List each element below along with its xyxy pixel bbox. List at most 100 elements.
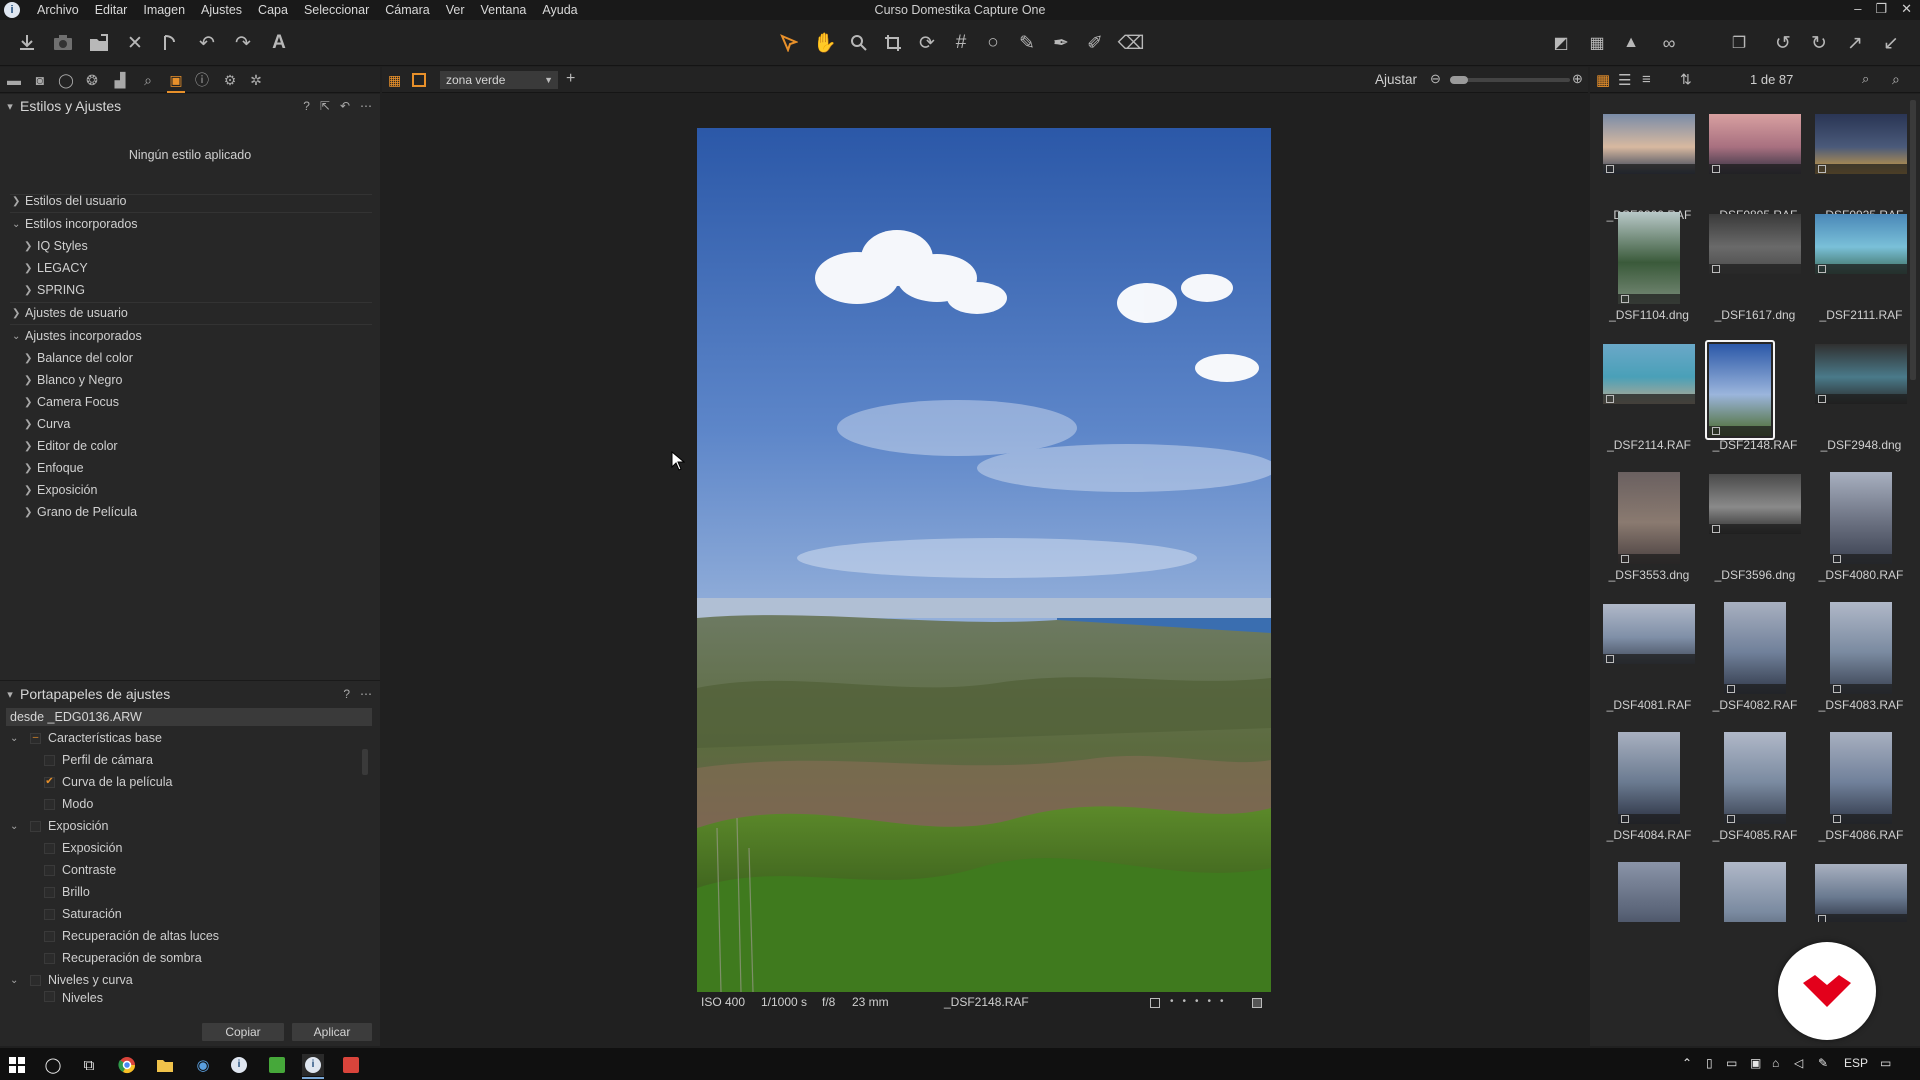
eraser-icon[interactable]: ⌫ — [1118, 30, 1145, 56]
clipboard-item[interactable]: Recuperación de sombra — [44, 947, 202, 969]
export-icon[interactable] — [86, 30, 112, 56]
item-checkbox[interactable] — [44, 842, 55, 854]
thumbnail-rating-bar[interactable] — [1603, 394, 1695, 404]
thumbnail[interactable]: _DSF2111.RAF — [1808, 212, 1914, 342]
camera-icon[interactable] — [50, 30, 76, 56]
grid-view-icon[interactable]: ▦ — [1596, 71, 1610, 89]
tree-item[interactable]: ❯ Grano de Película — [24, 501, 137, 523]
thumbnail-rating-bar[interactable] — [1709, 524, 1801, 534]
collapse-chevron-icon[interactable]: ▾ — [0, 100, 20, 113]
tree-item[interactable]: ❯ Estilos del usuario — [12, 190, 126, 212]
grid-overlay-icon[interactable]: ▦ — [1584, 30, 1610, 56]
group-checkbox[interactable] — [30, 820, 41, 832]
item-checkbox[interactable] — [44, 886, 55, 898]
chevron-down-icon[interactable]: ⌄ — [10, 821, 30, 832]
item-checkbox[interactable] — [44, 952, 55, 964]
zoom-slider[interactable] — [1450, 76, 1570, 84]
import-icon[interactable] — [14, 30, 40, 56]
filmstrip-view-icon[interactable]: ≡ — [1642, 71, 1651, 88]
thumbnail-checkbox[interactable] — [1833, 685, 1841, 693]
zoom-icon[interactable] — [846, 30, 872, 56]
partial-checkbox[interactable]: – — [30, 732, 41, 744]
menu-ventana[interactable]: Ventana — [474, 3, 536, 17]
thumbnail-rating-bar[interactable] — [1815, 394, 1907, 404]
minimize-icon[interactable]: – — [1854, 1, 1861, 17]
clipboard-group[interactable]: ⌄ – Características base — [10, 727, 162, 749]
thumbnail[interactable]: _DSF4085.RAF — [1702, 732, 1808, 862]
color-tag-icon[interactable] — [1252, 998, 1262, 1008]
sort-icon[interactable]: ⇅ — [1680, 71, 1692, 88]
color-tab-icon[interactable]: ❂ — [82, 70, 102, 90]
file-explorer-icon[interactable] — [154, 1054, 176, 1076]
network-2-icon[interactable]: ⌂ — [1772, 1056, 1779, 1070]
close-icon[interactable]: ✕ — [1901, 1, 1912, 17]
item-checkbox[interactable] — [44, 864, 55, 876]
chevron-down-icon[interactable]: ⌄ — [10, 975, 30, 986]
redo-icon[interactable]: ↷ — [230, 30, 256, 56]
help-icon[interactable]: ? — [343, 687, 350, 701]
windows-start-icon[interactable] — [6, 1054, 28, 1076]
clipboard-item[interactable]: Modo — [44, 793, 93, 815]
task-view-icon[interactable]: ⧉ — [78, 1054, 100, 1076]
style-select[interactable]: zona verde ▼ — [440, 71, 558, 89]
clipboard-item[interactable]: Recuperación de altas luces — [44, 925, 219, 947]
thumbnail[interactable]: _DSF4083.RAF — [1808, 602, 1914, 732]
clipboard-item[interactable]: Brillo — [44, 881, 90, 903]
thumbnail[interactable]: _DSF1104.dng — [1596, 212, 1702, 342]
rotate-right-icon[interactable]: ↻ — [1806, 30, 1832, 56]
clipboard-group[interactable]: ⌄ Niveles y curva — [10, 969, 133, 991]
undo-icon[interactable]: ↶ — [194, 30, 220, 56]
keystone-icon[interactable]: # — [948, 30, 974, 56]
thumbnail-rating-bar[interactable] — [1618, 814, 1680, 824]
clipboard-panel-header[interactable]: ▾ Portapapeles de ajustes ? ⋯ — [0, 682, 380, 706]
tree-item[interactable]: ⌄ Ajustes incorporados — [12, 325, 142, 347]
thumbnail-checkbox[interactable] — [1818, 395, 1826, 403]
tree-item[interactable]: ❯ Editor de color — [24, 435, 118, 457]
item-checkbox[interactable] — [44, 908, 55, 920]
star-rating[interactable]: ••••• — [1170, 996, 1233, 1007]
zoom-out-icon[interactable]: ⊖ — [1430, 71, 1441, 87]
chrome-icon[interactable] — [116, 1054, 138, 1076]
exposure-warning-icon[interactable]: ▲ — [1618, 30, 1644, 56]
tree-item[interactable]: ❯ SPRING — [24, 279, 85, 301]
single-view-icon[interactable] — [412, 73, 426, 87]
brush-icon[interactable]: ✎ — [1014, 30, 1040, 56]
maximize-icon[interactable]: ❐ — [1875, 1, 1887, 17]
clipboard-item[interactable]: Saturación — [44, 903, 122, 925]
search-icon[interactable]: ◯ — [42, 1054, 64, 1076]
add-icon[interactable]: + — [566, 70, 575, 88]
thumbnail-rating-bar[interactable] — [1815, 914, 1907, 922]
search-icon[interactable]: ⌕ — [1892, 71, 1900, 88]
tree-item[interactable]: ❯ Curva — [24, 413, 70, 435]
thumbnail-checkbox[interactable] — [1606, 165, 1614, 173]
library-tab-icon[interactable]: ▬ — [4, 70, 24, 90]
thumbnail[interactable] — [1808, 862, 1914, 922]
tree-item[interactable]: ❯ Enfoque — [24, 457, 84, 479]
details-tab-icon[interactable]: ⌕ — [138, 70, 158, 90]
gradient-icon[interactable]: ✐ — [1082, 30, 1108, 56]
list-view-icon[interactable]: ☰ — [1618, 71, 1631, 89]
thumbnail[interactable]: _DSF4080.RAF — [1808, 472, 1914, 602]
spot-removal-icon[interactable]: ○ — [980, 30, 1006, 56]
thumbnail[interactable]: _DSF2114.RAF — [1596, 342, 1702, 472]
group-checkbox[interactable] — [30, 974, 41, 986]
notifications-icon[interactable]: ▭ — [1880, 1056, 1891, 1070]
adjustments-tab-icon[interactable]: ▣ — [166, 70, 186, 93]
metadata-tab-icon[interactable]: ⓘ — [192, 70, 212, 90]
mask-brush-icon[interactable]: ✒ — [1048, 30, 1074, 56]
thumbnail-checkbox[interactable] — [1727, 815, 1735, 823]
menu-imagen[interactable]: Imagen — [136, 3, 194, 17]
thumbnail-rating-bar[interactable] — [1815, 164, 1907, 174]
thumbnail-rating-bar[interactable] — [1724, 814, 1786, 824]
thumbnail[interactable]: _DSF2948.dng — [1808, 342, 1914, 472]
tree-item[interactable]: ❯ Camera Focus — [24, 391, 119, 413]
thumbnail[interactable]: _DSF3553.dng — [1596, 472, 1702, 602]
thumbnail-checkbox[interactable] — [1621, 295, 1629, 303]
thumbnail-checkbox[interactable] — [1833, 815, 1841, 823]
thumbnail[interactable] — [1596, 862, 1702, 922]
thumbnail-rating-bar[interactable] — [1830, 684, 1892, 694]
item-checkbox[interactable] — [44, 754, 55, 766]
help-icon[interactable]: ? — [303, 99, 310, 113]
crop-icon[interactable] — [880, 30, 906, 56]
thumbnail-rating-bar[interactable] — [1709, 164, 1801, 174]
